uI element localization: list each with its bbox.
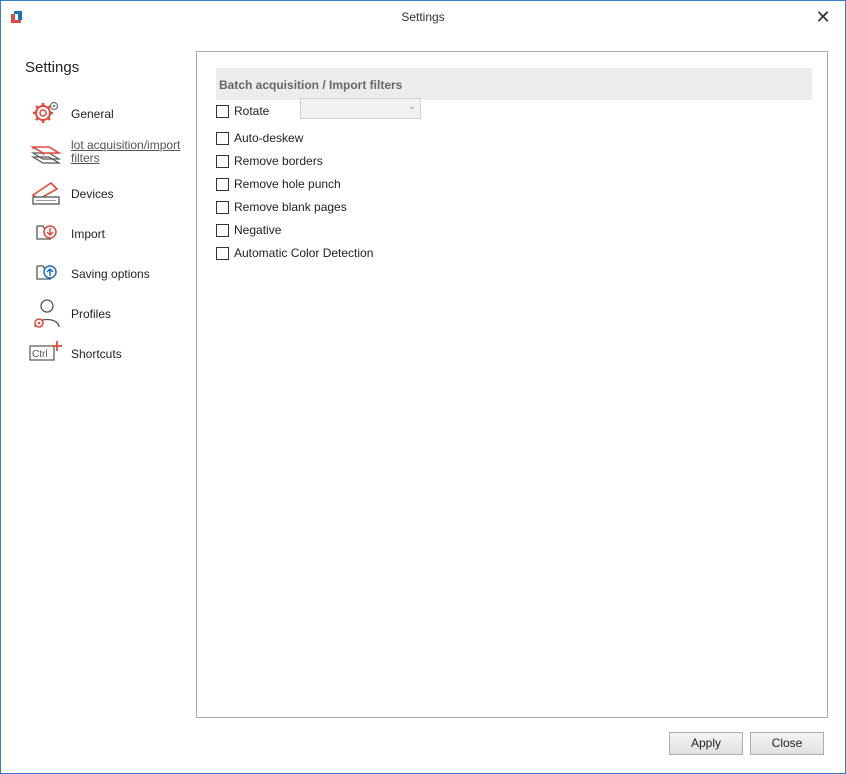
remove-borders-label: Remove borders — [234, 154, 323, 168]
sidebar-item-label: Shortcuts — [71, 347, 122, 361]
auto-deskew-checkbox[interactable] — [216, 132, 229, 145]
sidebar-item-label: Saving options — [71, 267, 150, 281]
close-window-button[interactable]: ✕ — [811, 6, 835, 28]
close-icon: ✕ — [815, 7, 831, 27]
auto-deskew-label: Auto-deskew — [234, 131, 304, 145]
remove-blank-pages-checkbox[interactable] — [216, 201, 229, 214]
section-header: Batch acquisition / Import filters — [216, 68, 812, 100]
settings-window: Settings ✕ Settings General lot acquisit… — [0, 0, 846, 774]
sidebar-item-devices[interactable]: Devices — [29, 177, 189, 211]
gears-icon — [33, 101, 59, 123]
sidebar-item-import[interactable]: Import — [29, 217, 189, 251]
sidebar-item-label: Import — [71, 227, 106, 241]
remove-blank-pages-label: Remove blank pages — [234, 200, 347, 214]
sidebar-item-label: lot acquisition/import filters — [71, 138, 181, 165]
sidebar-item-label: Devices — [71, 187, 114, 201]
sidebar-item-general[interactable]: General — [29, 97, 189, 131]
ctrl-shortcut-icon: Ctrl — [29, 341, 62, 361]
import-icon — [36, 225, 57, 240]
sidebar-heading: Settings — [25, 59, 80, 76]
automatic-color-detection-label: Automatic Color Detection — [234, 246, 374, 260]
settings-panel: Batch acquisition / Import filters Rotat… — [196, 51, 828, 718]
window-title: Settings — [401, 10, 445, 24]
negative-label: Negative — [234, 223, 282, 237]
scanner-icon — [31, 181, 60, 205]
profile-icon — [34, 299, 60, 328]
remove-hole-punch-label: Remove hole punch — [234, 177, 341, 191]
negative-checkbox[interactable] — [216, 224, 229, 237]
sidebar-item-saving-options[interactable]: Saving options — [29, 257, 189, 291]
rotate-label: Rotate — [234, 104, 270, 118]
chevron-down-icon: ⌄ — [407, 101, 416, 112]
rotate-select[interactable]: ⌄ — [300, 98, 421, 119]
close-button[interactable]: Close — [750, 732, 824, 755]
title-bar: Settings ✕ — [1, 1, 845, 33]
sidebar-item-label: General — [71, 107, 114, 121]
page-stack-icon — [30, 146, 62, 164]
remove-borders-checkbox[interactable] — [216, 155, 229, 168]
apply-button[interactable]: Apply — [669, 732, 743, 755]
sidebar-item-batch-acquisition[interactable]: lot acquisition/import filters — [29, 137, 189, 171]
rotate-checkbox[interactable] — [216, 105, 229, 118]
saving-icon — [36, 265, 57, 280]
svg-text:Ctrl: Ctrl — [32, 349, 48, 360]
section-title: Batch acquisition / Import filters — [219, 78, 403, 92]
remove-hole-punch-checkbox[interactable] — [216, 178, 229, 191]
sidebar-item-label: Profiles — [71, 307, 112, 321]
automatic-color-detection-checkbox[interactable] — [216, 247, 229, 260]
sidebar-item-profiles[interactable]: Profiles — [29, 297, 189, 331]
sidebar-item-shortcuts[interactable]: Ctrl Shortcuts — [29, 337, 189, 371]
